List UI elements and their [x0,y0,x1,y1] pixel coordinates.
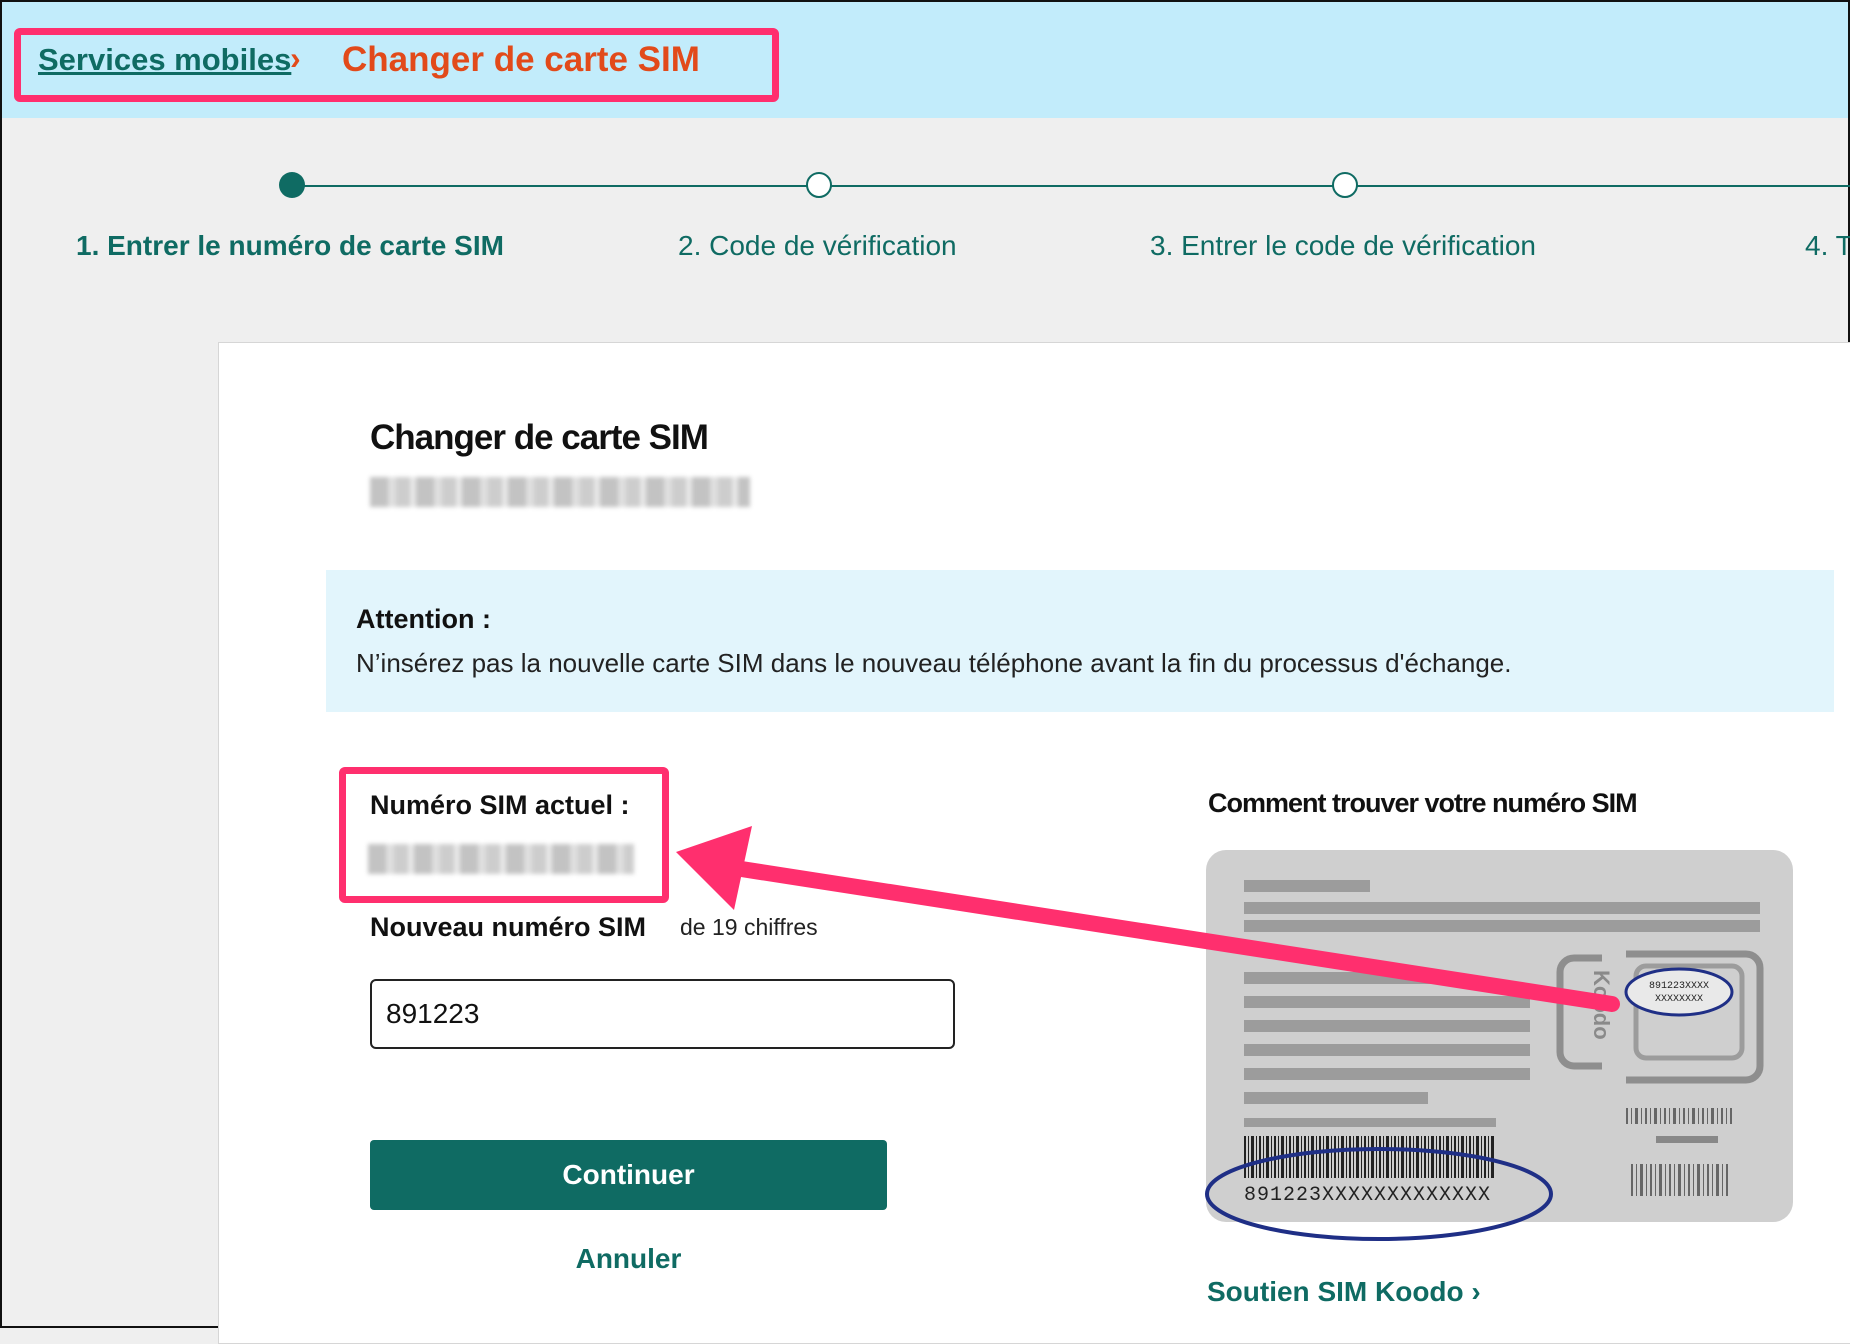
stepper-track [292,185,1850,187]
new-sim-hint: de 19 chiffres [680,914,818,940]
current-sim-highlight-annotation [339,767,669,903]
redacted-current-sim-number [368,844,634,874]
step-3-indicator [1332,172,1358,198]
step-1-indicator [279,172,305,198]
breadcrumb-current-page: Changer de carte SIM [342,40,700,79]
alert-title: Attention : [356,604,491,634]
redacted-phone-number [370,477,750,507]
card-title: Changer de carte SIM [370,418,709,457]
step-1-label: 1. Entrer le numéro de carte SIM [76,230,504,261]
sim-card-illustration: Koodo 891223XXXX XXXXXXXX 891223XXXXXXXX… [1206,850,1793,1222]
alert-message: N’insérez pas la nouvelle carte SIM dans… [356,648,1512,678]
how-to-find-sim-title: Comment trouver votre numéro SIM [1208,788,1638,818]
step-2-indicator [806,172,832,198]
current-sim-label: Numéro SIM actuel : [370,790,630,820]
chip-number-line2: XXXXXXXX [1655,994,1703,1005]
cancel-link[interactable]: Annuler [370,1243,887,1275]
step-2-label: 2. Code de vérification [678,230,957,261]
continue-button[interactable]: Continuer [370,1140,887,1210]
new-sim-number-input[interactable] [370,979,955,1049]
step-4-label: 4. T [1805,230,1850,261]
koodo-sim-support-link[interactable]: Soutien SIM Koodo › [1207,1276,1481,1308]
breadcrumb-chevron-icon: › [290,40,301,76]
breadcrumb-services-mobiles-link[interactable]: Services mobiles [38,42,291,78]
new-sim-label: Nouveau numéro SIM [370,912,647,942]
support-link-label: Soutien SIM Koodo [1207,1276,1464,1307]
chip-number-ellipse [1624,967,1734,1017]
sim-brand-text: Koodo [1589,970,1614,1040]
step-3-label: 3. Entrer le code de vérification [1150,230,1536,261]
chip-number-line1: 891223XXXX [1649,981,1709,992]
barcode-number-text: 891223XXXXXXXXXXXXX [1244,1184,1491,1207]
support-chevron-icon: › [1471,1276,1481,1307]
attention-alert [326,570,1834,712]
